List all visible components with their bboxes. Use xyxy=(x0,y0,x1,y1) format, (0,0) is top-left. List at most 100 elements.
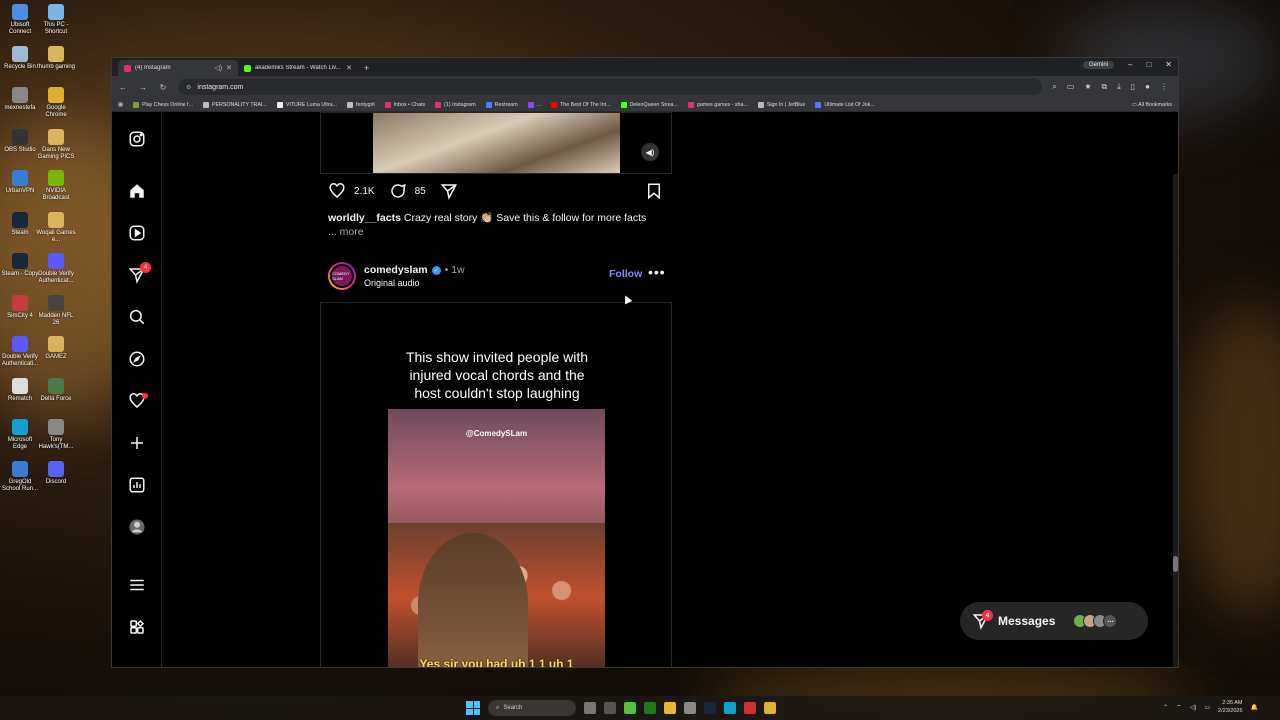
bookmark-item[interactable]: Ultimate List Of Jok... xyxy=(815,101,875,108)
steam-icon[interactable] xyxy=(704,702,716,714)
notifications-bell-icon[interactable]: 🔔 xyxy=(1251,704,1258,711)
post-username[interactable]: comedyslam xyxy=(364,264,428,276)
apps-icon[interactable]: ▦ xyxy=(118,102,123,108)
cast-icon[interactable]: ▭ xyxy=(1067,82,1075,92)
volume-icon[interactable]: ◁) xyxy=(1190,704,1197,711)
desktop-icon[interactable]: GAMEZ xyxy=(36,336,76,361)
create-plus-icon[interactable] xyxy=(128,434,146,452)
bookmark-star-icon[interactable]: ★ xyxy=(1084,82,1091,92)
settings-icon[interactable] xyxy=(604,702,616,714)
desktop-icon[interactable]: Microsoft Edge xyxy=(0,419,40,451)
menu-icon[interactable]: ⋮ xyxy=(1160,82,1168,92)
chevron-up-icon[interactable]: ⌃ xyxy=(1163,704,1168,711)
dashboard-icon[interactable] xyxy=(128,476,146,494)
speaker-icon[interactable]: ◁) xyxy=(214,64,222,72)
desktop-icon[interactable]: Delta Force xyxy=(36,377,76,403)
desktop-icon[interactable]: This PC - Shortcut xyxy=(36,4,76,36)
also-from-meta-icon[interactable] xyxy=(128,618,146,636)
desktop-icon[interactable]: Rematch xyxy=(0,377,40,403)
download-icon[interactable]: ⤓ xyxy=(1117,82,1121,92)
task-view-icon[interactable] xyxy=(584,702,596,714)
instagram-logo-icon[interactable] xyxy=(128,130,146,148)
forward-icon[interactable]: → xyxy=(138,83,148,92)
messages-button[interactable]: 4 Messages … xyxy=(960,602,1148,640)
caption-username[interactable]: worldly__facts xyxy=(328,212,401,224)
follow-button[interactable]: Follow xyxy=(609,268,642,280)
xbox-icon[interactable] xyxy=(644,702,656,714)
tab-akademiks[interactable]: akademiks Stream - Watch Liv... ✕ xyxy=(238,60,358,76)
desktop-icon[interactable]: SimCity 4 xyxy=(0,294,40,320)
clock[interactable]: 2:35 AM 2/23/2026 xyxy=(1218,699,1242,715)
desktop-icon[interactable]: Steam xyxy=(0,211,40,237)
taskbar-search[interactable]: ⌕ Search xyxy=(488,700,576,716)
desktop-icon[interactable]: UrbanVPN xyxy=(0,170,40,195)
bookmark-item[interactable]: Inbox • Chats xyxy=(384,101,425,108)
search-icon[interactable] xyxy=(128,308,146,326)
bookmark-item[interactable]: DelenQueen Strea... xyxy=(620,101,678,108)
bookmark-item[interactable]: fentygirl xyxy=(347,101,375,108)
bookmark-item[interactable]: Restream xyxy=(485,101,518,108)
desktop-icon[interactable]: Recycle Bin xyxy=(0,45,40,71)
close-window-button[interactable]: ✕ xyxy=(1165,60,1172,69)
post-avatar[interactable]: COMEDY SLAM xyxy=(328,262,356,290)
scrollbar-thumb[interactable] xyxy=(1173,556,1178,572)
zoom-icon[interactable]: ⌕ xyxy=(1052,82,1056,92)
bookmark-item[interactable]: The Best Of The Int... xyxy=(551,101,611,108)
profile-icon[interactable]: ● xyxy=(1145,82,1150,92)
sidepanel-icon[interactable]: ▯ xyxy=(1131,82,1135,92)
bookmark-item[interactable]: Sign In | JetBlue xyxy=(757,101,805,108)
save-bookmark-icon[interactable] xyxy=(645,182,663,200)
desktop-icon[interactable]: Dans New Gaming PICS xyxy=(36,128,76,161)
post-audio[interactable]: Original audio xyxy=(364,278,420,288)
speaker-icon[interactable]: ◀) xyxy=(641,143,659,161)
url-input[interactable]: ⚙ instagram.com xyxy=(178,79,1043,95)
bookmark-item[interactable]: games games - sha... xyxy=(687,101,748,108)
close-tab-icon[interactable]: ✕ xyxy=(226,64,232,72)
bookmark-item[interactable]: VITURE Luma Ultra... xyxy=(276,101,337,108)
store-icon[interactable] xyxy=(684,702,696,714)
more-options-icon[interactable]: ••• xyxy=(648,264,666,280)
tab-instagram[interactable]: (4) Instagram ◁) ✕ xyxy=(118,60,238,76)
home-icon[interactable] xyxy=(128,182,146,200)
share-icon[interactable] xyxy=(440,182,458,200)
file-explorer-icon[interactable] xyxy=(664,702,676,714)
desktop-icon[interactable]: Discord xyxy=(36,460,76,486)
extensions-icon[interactable]: ⧉ xyxy=(1101,82,1107,92)
gemini-button[interactable]: Gemini xyxy=(1082,60,1114,69)
desktop-icon[interactable]: NVIDIA Broadcast xyxy=(36,170,76,202)
play-icon[interactable] xyxy=(624,702,636,714)
close-tab-icon[interactable]: ✕ xyxy=(346,64,352,72)
reels-icon[interactable] xyxy=(128,224,146,242)
bookmark-item[interactable]: Play Chess Online f... xyxy=(133,101,193,108)
desktop-icon[interactable]: Google Chrome xyxy=(36,87,76,119)
desktop-icon[interactable]: GregOld School Run... xyxy=(0,460,40,493)
desktop-icon[interactable]: Double Verify Authenticat... xyxy=(36,253,76,285)
maximize-button[interactable]: □ xyxy=(1146,60,1151,69)
desktop-icon[interactable]: Ubisoft Connect xyxy=(0,4,40,36)
post-video[interactable]: This show invited people with injured vo… xyxy=(320,302,672,667)
desktop-icon[interactable]: thumb gaming xyxy=(36,45,76,71)
all-bookmarks[interactable]: ▭ All Bookmarks xyxy=(1132,102,1172,108)
desktop-icon[interactable]: Woqali Games e... xyxy=(36,211,76,244)
like-heart-icon[interactable] xyxy=(328,182,346,200)
back-icon[interactable]: ← xyxy=(118,83,128,92)
chrome-icon[interactable] xyxy=(764,702,776,714)
app-icon[interactable] xyxy=(744,702,756,714)
desktop-icon[interactable]: mexnestefa xyxy=(0,87,40,112)
reload-icon[interactable]: ↻ xyxy=(158,83,168,92)
previous-post-media[interactable]: ◀) xyxy=(320,112,672,174)
profile-avatar[interactable] xyxy=(128,518,146,536)
bookmark-item[interactable]: ... xyxy=(527,101,541,108)
new-tab-button[interactable]: + xyxy=(358,60,375,76)
desktop-icon[interactable]: Double Verify Authenticati... xyxy=(0,336,40,368)
comment-icon[interactable] xyxy=(389,182,407,200)
desktop-icon[interactable]: Steam - Copy xyxy=(0,253,40,278)
bookmark-item[interactable]: PERSONALITY TRAI... xyxy=(202,101,267,108)
windows-start-icon[interactable] xyxy=(466,701,480,715)
desktop-icon[interactable]: Madden NFL 26 xyxy=(36,294,76,327)
bookmark-item[interactable]: (1) Instagram xyxy=(435,101,476,108)
scrollbar-track[interactable] xyxy=(1173,174,1178,667)
more-menu-icon[interactable] xyxy=(128,576,146,594)
edge-icon[interactable] xyxy=(724,702,736,714)
site-info-icon[interactable]: ⚙ xyxy=(186,84,191,91)
